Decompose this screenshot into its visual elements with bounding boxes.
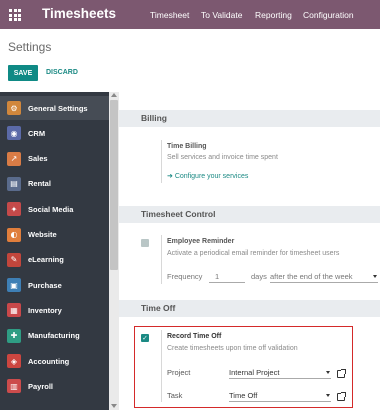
sidebar-item-accounting[interactable]: ◈ Accounting <box>0 349 109 373</box>
menu-to-validate[interactable]: To Validate <box>201 10 242 20</box>
sidebar-item-label: Website <box>28 230 57 239</box>
frequency-option: after the end of the week <box>270 272 353 281</box>
sidebar-item-label: Purchase <box>28 280 62 290</box>
time-billing-desc: Sell services and invoice time spent <box>167 154 278 161</box>
app-name: Timesheets <box>42 6 117 21</box>
purchase-icon: ▣ <box>7 278 21 293</box>
menu-configuration[interactable]: Configuration <box>303 10 354 20</box>
settings-content: Billing Time Billing Sell services and i… <box>119 92 380 410</box>
accounting-icon: ◈ <box>7 354 21 368</box>
page-title: Settings <box>8 40 52 54</box>
configure-services-label: Configure your services <box>174 173 249 180</box>
website-icon: ◐ <box>7 227 21 242</box>
save-button[interactable]: SAVE <box>8 65 38 81</box>
sidebar-item-label: Rental <box>28 179 51 189</box>
sidebar-item-label: Accounting <box>28 356 70 366</box>
arrow-right-icon: ➜ <box>167 173 175 180</box>
sidebar-item-sales[interactable]: ↗ Sales <box>0 147 109 171</box>
inventory-icon: ▦ <box>7 303 21 318</box>
sidebar-item-general-settings[interactable]: ⚙ General Settings <box>0 96 109 120</box>
apps-menu-icon[interactable] <box>9 9 21 21</box>
manufacturing-icon: ✚ <box>7 328 21 343</box>
menu-timesheet[interactable]: Timesheet <box>150 10 189 20</box>
sidebar-item-purchase[interactable]: ▣ Purchase <box>0 273 109 297</box>
scroll-down-arrow-icon[interactable] <box>111 404 117 408</box>
scroll-up-arrow-icon[interactable] <box>111 93 117 97</box>
discard-button[interactable]: DISCARD <box>46 69 78 76</box>
employee-reminder-desc: Activate a periodical email reminder for… <box>167 250 340 257</box>
sidebar-item-label: Payroll <box>28 381 54 391</box>
employee-reminder-title: Employee Reminder <box>167 238 235 245</box>
divider <box>161 235 162 284</box>
sidebar-item-label: CRM <box>28 128 46 138</box>
sidebar-item-inventory[interactable]: ▦ Inventory <box>0 298 109 322</box>
social-media-icon: ✦ <box>7 202 21 217</box>
sidebar-item-label: Social Media <box>28 204 74 214</box>
payroll-icon: ▥ <box>7 379 21 394</box>
sidebar-item-label: eLearning <box>28 255 64 265</box>
sales-icon: ↗ <box>7 151 21 166</box>
sidebar-scrollbar-thumb[interactable] <box>110 100 118 270</box>
sidebar-item-label: General Settings <box>28 103 88 113</box>
highlight-box <box>134 326 353 408</box>
rental-icon: ▤ <box>7 176 21 191</box>
menu-reporting[interactable]: Reporting <box>255 10 292 20</box>
section-timesheet-control-header: Timesheet Control <box>119 206 380 223</box>
sidebar-item-social-media[interactable]: ✦ Social Media <box>0 197 109 221</box>
frequency-unit: days <box>251 272 267 281</box>
sidebar-item-crm[interactable]: ◉ CRM <box>0 121 109 145</box>
top-navbar: Timesheets Timesheet To Validate Reporti… <box>0 0 380 29</box>
frequency-select[interactable]: after the end of the week <box>270 272 378 283</box>
section-billing-header: Billing <box>119 110 380 127</box>
sidebar-item-label: Inventory <box>28 305 62 315</box>
gear-icon: ⚙ <box>7 101 21 115</box>
sidebar-item-label: Sales <box>28 154 48 164</box>
divider <box>161 140 162 183</box>
frequency-value: 1 <box>215 272 220 281</box>
chevron-down-icon <box>373 275 377 278</box>
configure-services-link[interactable]: ➜ Configure your services <box>167 172 248 180</box>
sidebar-item-payroll[interactable]: ▥ Payroll <box>0 374 109 398</box>
sidebar-item-rental[interactable]: ▤ Rental <box>0 172 109 196</box>
crm-icon: ◉ <box>7 126 21 141</box>
sidebar-item-elearning[interactable]: ✎ eLearning <box>0 248 109 272</box>
employee-reminder-checkbox[interactable] <box>141 239 149 247</box>
sidebar-item-website[interactable]: ◐ Website <box>0 223 109 247</box>
frequency-input[interactable]: 1 <box>209 272 245 283</box>
section-time-off-header: Time Off <box>119 300 380 317</box>
time-billing-title: Time Billing <box>167 143 207 150</box>
sidebar-item-manufacturing[interactable]: ✚ Manufacturing <box>0 324 109 348</box>
frequency-label: Frequency <box>167 272 203 281</box>
elearning-icon: ✎ <box>7 252 21 267</box>
sidebar-item-label: Manufacturing <box>28 331 80 341</box>
